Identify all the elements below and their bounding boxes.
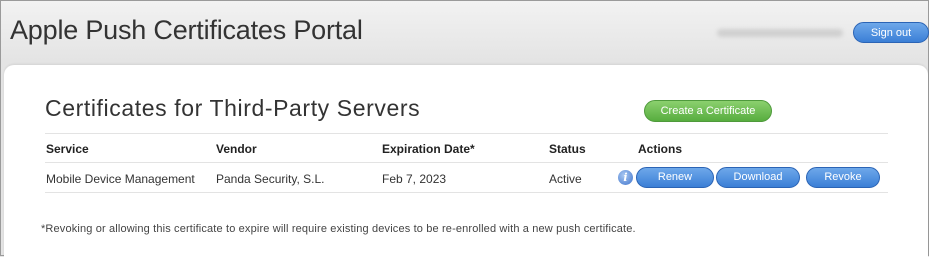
info-icon[interactable]: i	[618, 170, 633, 185]
column-header-vendor: Vendor	[216, 142, 257, 156]
account-email-redacted	[717, 29, 843, 37]
expiration-cell: Feb 7, 2023	[382, 172, 447, 186]
service-cell: Mobile Device Management	[46, 172, 195, 186]
revoke-button[interactable]: Revoke	[806, 167, 880, 188]
vendor-cell: Panda Security, S.L.	[216, 172, 325, 186]
table-divider	[45, 192, 888, 193]
portal-window: Apple Push Certificates Portal Sign out …	[0, 0, 929, 257]
download-button[interactable]: Download	[716, 167, 800, 188]
renew-button[interactable]: Renew	[636, 167, 714, 188]
column-header-expiration: Expiration Date*	[382, 142, 475, 156]
table-divider	[45, 162, 888, 163]
status-cell: Active	[549, 172, 582, 186]
section-title: Certificates for Third-Party Servers	[45, 95, 421, 121]
revocation-footnote: *Revoking or allowing this certificate t…	[41, 223, 636, 235]
page-header-title: Apple Push Certificates Portal	[10, 15, 363, 45]
column-header-status: Status	[549, 142, 586, 156]
table-divider	[45, 133, 888, 134]
column-header-service: Service	[46, 142, 89, 156]
column-header-actions: Actions	[638, 142, 683, 156]
create-certificate-button[interactable]: Create a Certificate	[644, 100, 772, 122]
certificates-card: Certificates for Third-Party Servers Cre…	[4, 65, 928, 257]
sign-out-button[interactable]: Sign out	[853, 22, 929, 43]
